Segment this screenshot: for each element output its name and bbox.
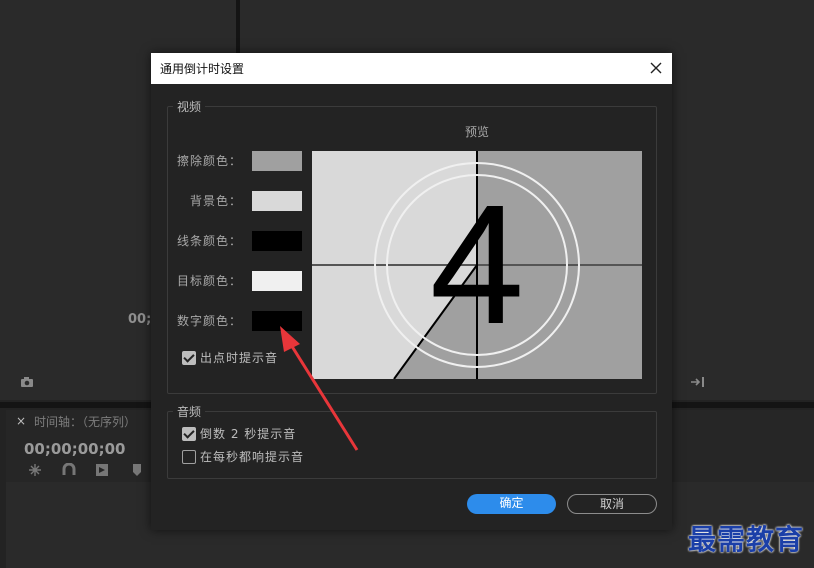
snap-icon[interactable] [28,463,42,481]
target-color-swatch[interactable] [252,271,302,291]
marker-icon[interactable] [132,463,142,481]
close-button[interactable] [646,58,666,78]
close-icon [650,62,662,74]
camera-icon[interactable] [20,376,34,392]
magnet-icon[interactable] [62,462,76,481]
wipe-color-swatch[interactable] [252,151,302,171]
linked-selection-icon[interactable] [95,463,109,481]
cue-at-out-label: 出点时提示音 [200,351,279,365]
ok-button[interactable]: 确定 [467,494,556,514]
target-color-label: 目标颜色： [176,274,242,288]
timeline-tab-close[interactable]: × [16,414,26,428]
line-color-swatch[interactable] [252,231,302,251]
preview-label: 预览 [465,125,490,139]
background-color-label: 背景色： [189,194,242,208]
watermark-logo: 最需教育 [688,523,805,556]
export-frame-icon[interactable] [690,376,706,392]
audio-group-legend: 音频 [173,403,206,420]
line-color-label: 线条颜色： [176,234,242,248]
timeline-timecode[interactable]: 00;00;00;00 [24,440,126,458]
countdown-digit: 4 [430,170,525,360]
timeline-title[interactable]: 时间轴：（无序列） [34,413,136,430]
background-color-swatch[interactable] [252,191,302,211]
audio-group [167,411,657,479]
cue-at-out-checkbox[interactable] [182,351,196,365]
dialog-title: 通用倒计时设置 [160,62,245,76]
dialog-titlebar: 通用倒计时设置 [151,53,672,84]
digit-color-label: 数字颜色： [176,314,242,328]
annotation-arrow [280,326,359,451]
beep-every-second-checkbox[interactable] [182,450,196,464]
wipe-color-label: 擦除颜色： [176,154,242,168]
countdown-settings-dialog: 通用倒计时设置 视频 擦除颜色： 背景色： 线条颜色： 目标颜色： 数字颜色： … [151,53,672,530]
cancel-button[interactable]: 取消 [567,494,657,514]
two-second-beep-checkbox[interactable] [182,427,196,441]
video-group-legend: 视频 [173,98,206,115]
